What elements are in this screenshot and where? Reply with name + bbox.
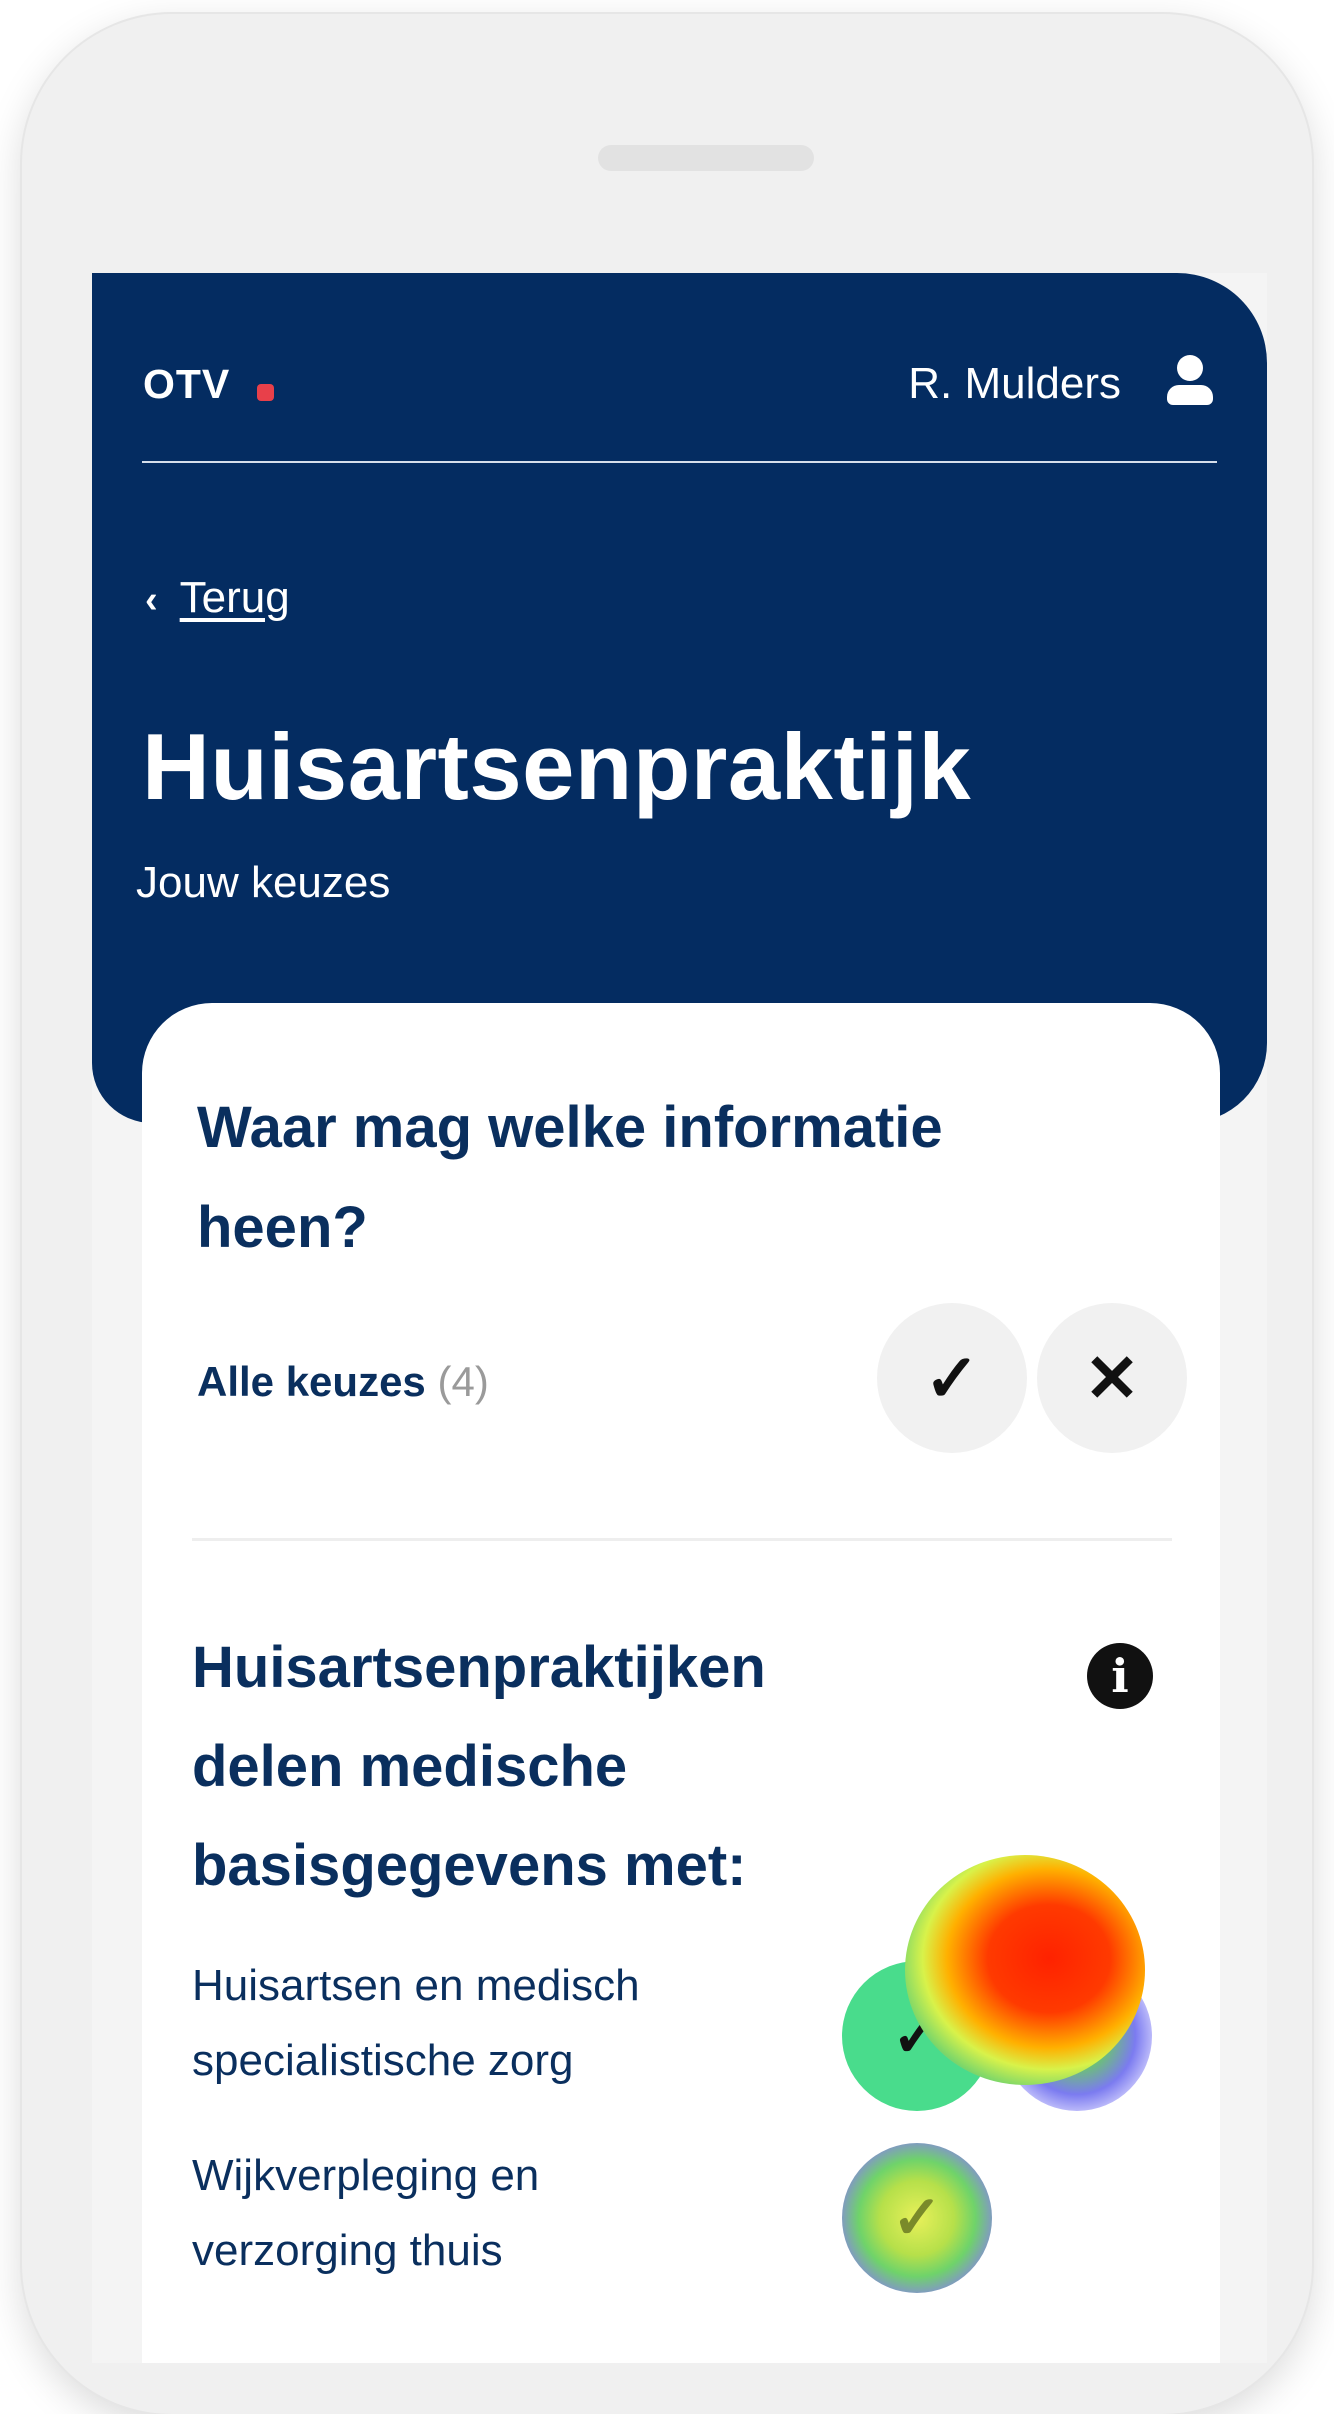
section-divider <box>192 1538 1172 1541</box>
card-title: Waar mag welke informatie heen? <box>197 1095 943 1260</box>
brand-logo: OTV <box>143 361 231 407</box>
section-title: Huisartsenpraktijken delen medische basi… <box>192 1635 766 1898</box>
all-choices-label: Alle keuzes (4) <box>197 1358 489 1406</box>
choice-row-label-1: Huisartsen en medisch specialistische zo… <box>192 1961 640 2085</box>
user-name[interactable]: R. Mulders <box>908 359 1121 409</box>
speaker-notch <box>598 145 814 171</box>
info-icon[interactable]: i <box>1087 1643 1153 1709</box>
page-subtitle: Jouw keuzes <box>136 858 391 907</box>
user-icon[interactable] <box>1165 355 1215 407</box>
brand-dot-icon <box>257 384 274 401</box>
page-title: Huisartsenpraktijk <box>142 714 972 819</box>
accept-all-button[interactable]: ✓ <box>877 1303 1027 1453</box>
close-icon: ✕ <box>1084 1340 1140 1415</box>
header-panel: OTV R. Mulders ‹ Terug Huisartsenpraktijk… <box>92 273 1267 1123</box>
check-icon: ✓ <box>924 1340 980 1415</box>
choice-row-2-yes-button[interactable]: ✓ <box>842 2143 992 2293</box>
check-icon: ✓ <box>891 2184 943 2251</box>
decline-all-button[interactable]: ✕ <box>1037 1303 1187 1453</box>
choices-card: Waar mag welke informatie heen? Alle keu… <box>142 1003 1220 2363</box>
choice-row-2-no-button[interactable] <box>905 1855 1145 2085</box>
chevron-left-icon: ‹ <box>145 579 158 621</box>
back-link[interactable]: ‹ Terug <box>145 573 290 623</box>
choice-row-label-2: Wijkverpleging en verzorging thuis <box>192 2151 540 2275</box>
back-link-label: Terug <box>179 573 290 622</box>
all-choices-text: Alle keuzes <box>197 1358 426 1405</box>
all-choices-count: (4) <box>437 1358 489 1405</box>
header-divider <box>142 461 1217 463</box>
